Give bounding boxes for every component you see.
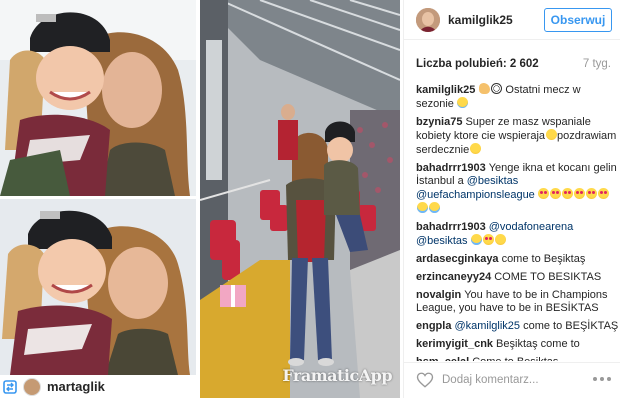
heart-eyes-emoji-icon — [574, 188, 586, 199]
comment-text: come to Beşiktaş — [501, 253, 586, 265]
sad-emoji-icon — [457, 97, 469, 108]
repost-icon — [2, 379, 18, 395]
ball-emoji-icon — [490, 83, 502, 94]
comment-mention[interactable]: @uefachampionsleague — [416, 189, 535, 201]
comment-item: kerimyigit_cnk Beşiktaş come to — [416, 338, 619, 351]
heart-eyes-emoji-icon — [538, 188, 550, 199]
credit-avatar — [23, 377, 41, 396]
tears-emoji-icon — [416, 202, 428, 213]
comment-text: COME TO BESIKTAS — [494, 271, 602, 283]
photo-selfie-bottom — [0, 199, 196, 375]
comment-item: erzincaneyy24 COME TO BESIKTAS — [416, 271, 619, 284]
muscle-emoji-icon — [478, 83, 490, 94]
comment-mention[interactable]: @besiktas — [467, 175, 519, 187]
photo-stadium — [200, 0, 400, 398]
comment-text: Beşiktaş come to — [496, 338, 580, 350]
watermark-text: FramaticApp — [282, 366, 392, 385]
smile-emoji-icon — [469, 143, 481, 154]
comment-author[interactable]: bahadrrr1903 — [416, 162, 486, 174]
post-header: kamilglik25 Obserwuj — [404, 0, 620, 40]
tears-emoji-icon — [428, 202, 440, 213]
comment-text: Come to Beşiktaş — [472, 356, 558, 361]
tears-emoji-icon — [471, 234, 483, 245]
post-footer — [404, 362, 620, 398]
heart-eyes-emoji-icon — [598, 188, 610, 199]
comment-author[interactable]: kerimyigit_cnk — [416, 338, 493, 350]
comment-item: bahadrrr1903 Yenge ikna et kocanı gelin İ… — [416, 162, 619, 216]
comment-item: kamilglik25 Ostatni mecz w sezonie — [416, 83, 619, 111]
heart-icon[interactable] — [416, 371, 434, 389]
comment-item: bahadrrr1903 @vodafonearena @besiktas — [416, 221, 619, 248]
photo-selfie-top — [0, 0, 196, 196]
comment-item: engpla @kamilglik25 come to BEŞİKTAŞ — [416, 320, 619, 333]
comment-text — [468, 235, 471, 247]
comment-author[interactable]: bzynia75 — [416, 116, 462, 128]
comment-item: hsm_celalCome to Beşiktaş — [416, 356, 619, 361]
photo-credit: martaglik — [0, 375, 196, 398]
heart-eyes-emoji-icon — [550, 188, 562, 199]
comment-mention[interactable]: @kamilglik25 — [454, 320, 520, 332]
comment-item: ardasecginkaya come to Beşiktaş — [416, 253, 619, 266]
more-icon[interactable] — [593, 374, 611, 384]
heart-eyes-emoji-icon — [483, 234, 495, 245]
comment-input[interactable] — [442, 371, 582, 389]
post-sidebar: kamilglik25 Obserwuj Liczba polubień: 2 … — [403, 0, 620, 398]
likes-count[interactable]: Liczba polubień: 2 602 — [416, 58, 539, 70]
comment-mention[interactable]: @vodafonearena — [489, 221, 574, 233]
comment-item: bzynia75 Super ze masz wspaniale kobiety … — [416, 116, 619, 157]
credit-username: martaglik — [47, 379, 105, 394]
comment-author[interactable]: kamilglik25 — [416, 84, 475, 96]
comment-mention[interactable]: @besiktas — [416, 235, 468, 247]
smile-emoji-icon — [545, 129, 557, 140]
comment-author[interactable]: ardasecginkaya — [416, 253, 499, 265]
post-media[interactable]: FramaticApp martaglik — [0, 0, 400, 398]
heart-eyes-emoji-icon — [562, 188, 574, 199]
avatar[interactable] — [416, 8, 440, 32]
comment-text: come to BEŞİKTAŞ — [520, 320, 619, 332]
username-link[interactable]: kamilglik25 — [448, 13, 513, 27]
post-meta: Liczba polubień: 2 602 7 tyg. — [416, 58, 611, 76]
post-age[interactable]: 7 tyg. — [583, 58, 611, 70]
comment-author[interactable]: erzincaneyy24 — [416, 271, 491, 283]
comment-list: kamilglik25 Ostatni mecz w sezonie bzyni… — [416, 83, 619, 361]
comment-item: novalgin You have to be in Champions Leag… — [416, 289, 619, 315]
comment-author[interactable]: novalgin — [416, 289, 461, 301]
heart-eyes-emoji-icon — [586, 188, 598, 199]
comment-author[interactable]: hsm_celal — [416, 356, 469, 361]
smile-emoji-icon — [495, 234, 507, 245]
comment-author[interactable]: engpla — [416, 320, 451, 332]
follow-button[interactable]: Obserwuj — [544, 8, 612, 32]
comment-author[interactable]: bahadrrr1903 — [416, 221, 486, 233]
